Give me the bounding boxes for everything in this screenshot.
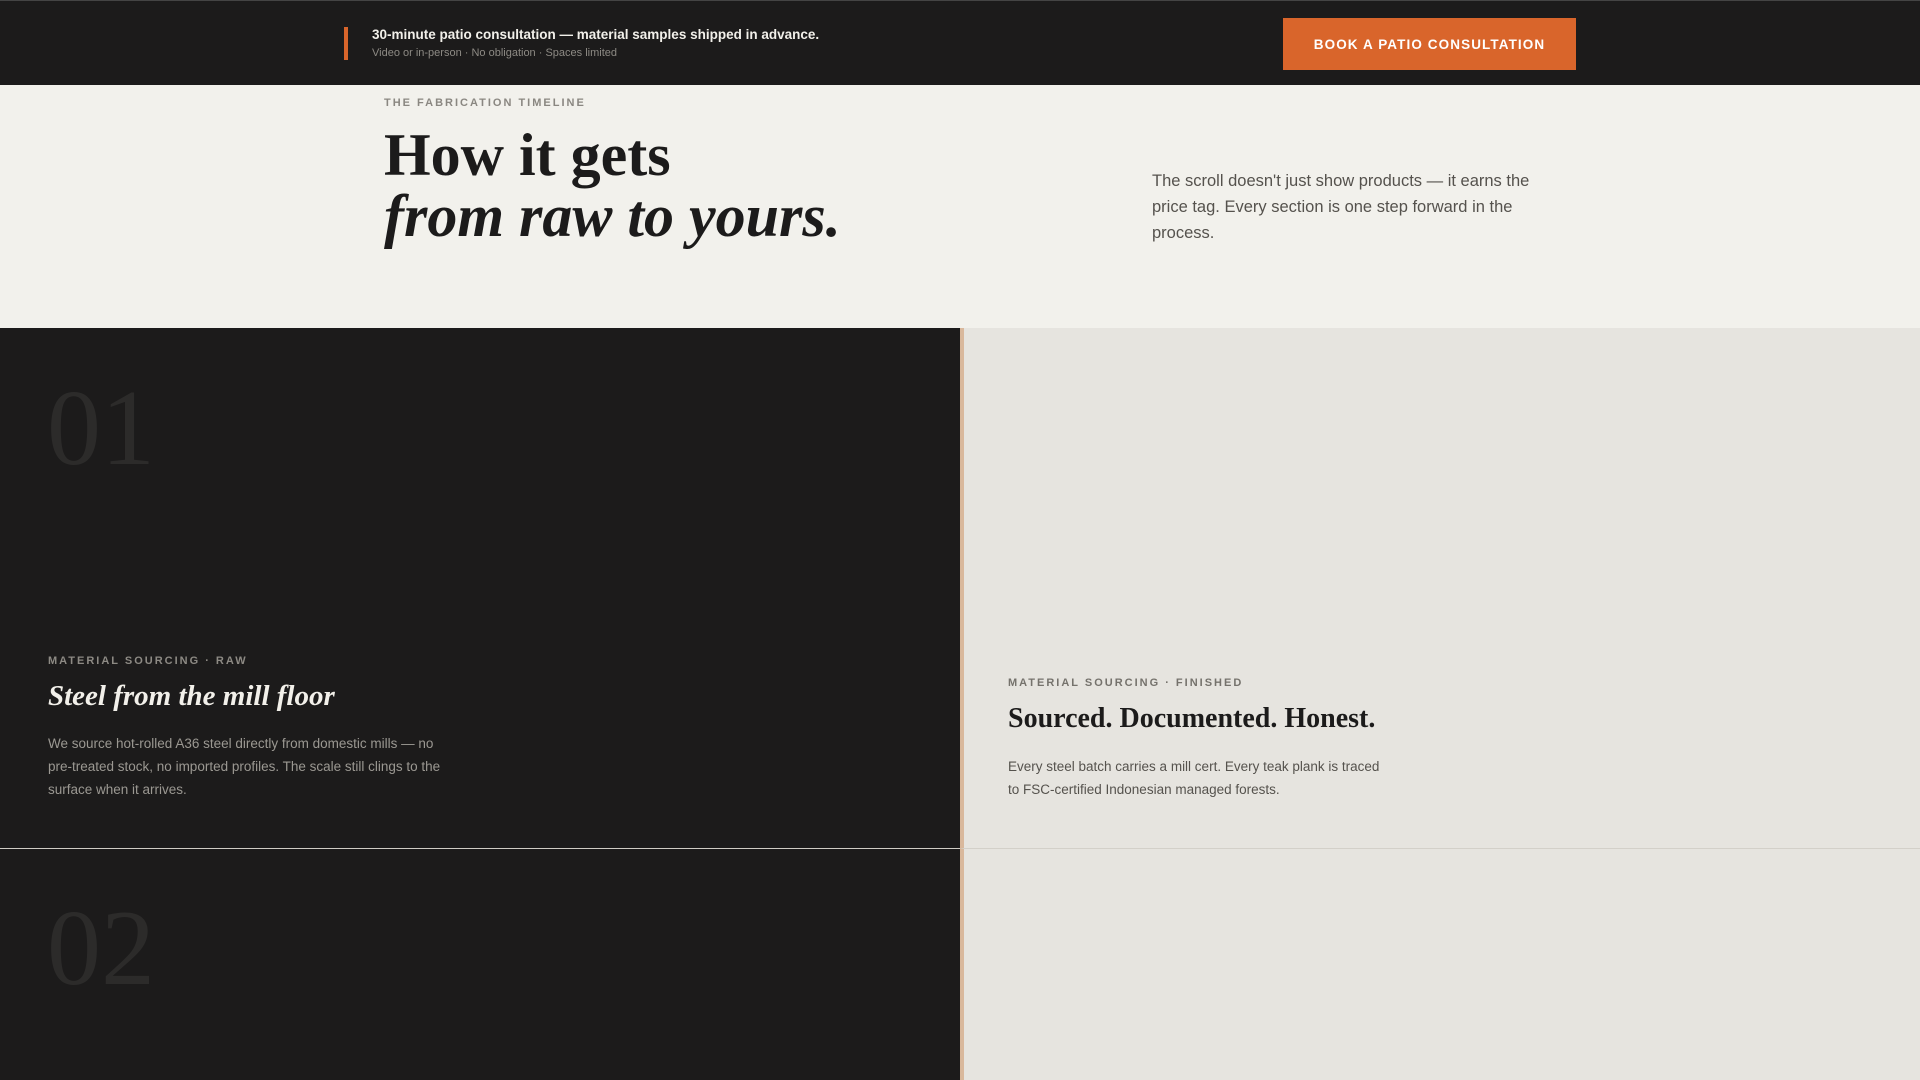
section-eyebrow: THE FABRICATION TIMELINE [384, 97, 586, 109]
consultation-headline: 30-minute patio consultation — material … [372, 27, 820, 42]
raw-panel: 01 MATERIAL SOURCING · RAW Steel from th… [0, 328, 960, 848]
finished-body: Every steel batch carries a mill cert. E… [1008, 759, 1380, 797]
raw-body: We source hot-rolled A36 steel directly … [48, 736, 441, 797]
raw-panel: 02 [0, 848, 960, 1080]
book-consultation-button[interactable]: BOOK A PATIO CONSULTATION [1283, 18, 1576, 70]
intro-copy: The scroll doesn't just show products — … [1152, 172, 1530, 242]
finished-panel [960, 848, 1920, 1080]
step-row: 01 MATERIAL SOURCING · RAW Steel from th… [0, 328, 1920, 848]
step-number: 01 [47, 369, 155, 488]
finished-tag: MATERIAL SOURCING · FINISHED [1008, 677, 1244, 689]
accent-rule [344, 27, 348, 60]
step-number: 02 [47, 889, 155, 1008]
consultation-bar: 30-minute patio consultation — material … [0, 0, 1920, 85]
title-line-1: How it gets [384, 122, 671, 188]
step-row: 02 [0, 848, 1920, 1080]
finished-panel: MATERIAL SOURCING · FINISHED Sourced. Do… [960, 328, 1920, 848]
fabrication-steps: 01 MATERIAL SOURCING · RAW Steel from th… [0, 328, 1920, 1080]
finished-heading: Sourced. Documented. Honest. [1008, 703, 1376, 734]
title-line-2: from raw to yours. [384, 183, 841, 249]
raw-tag: MATERIAL SOURCING · RAW [48, 655, 248, 667]
consultation-subline: Video or in-person · No obligation · Spa… [372, 47, 617, 59]
timeline-intro: THE FABRICATION TIMELINE How it gets fro… [0, 85, 1920, 328]
raw-heading: Steel from the mill floor [48, 680, 335, 712]
section-title: How it gets from raw to yours. [384, 125, 841, 247]
